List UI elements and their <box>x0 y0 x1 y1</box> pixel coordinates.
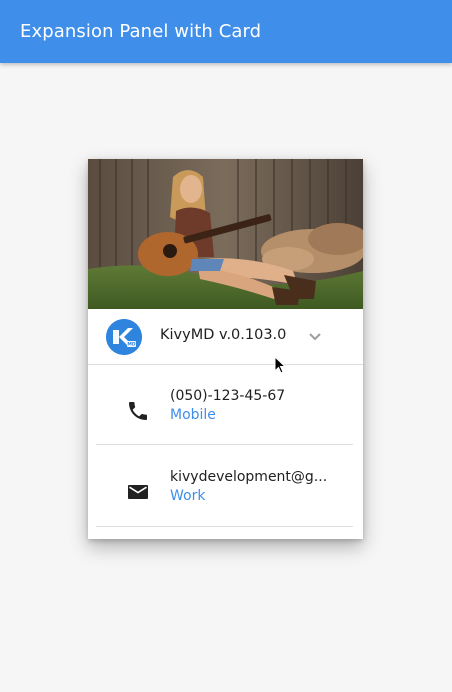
expansion-panel-header[interactable]: MD KivyMD v.0.103.0 <box>88 309 363 365</box>
phone-icon <box>126 399 150 423</box>
card-photo <box>88 159 363 309</box>
list-item-phone[interactable]: (050)-123-45-67 Mobile <box>88 365 363 445</box>
panel-title: KivyMD v.0.103.0 <box>160 327 287 343</box>
item-divider <box>96 526 353 527</box>
email-icon <box>126 480 150 504</box>
item-secondary-text: Mobile <box>170 407 216 423</box>
item-primary-text: (050)-123-45-67 <box>170 388 286 404</box>
chevron-down-icon[interactable] <box>306 329 324 343</box>
item-divider <box>96 444 353 445</box>
mouse-pointer-icon <box>274 356 286 374</box>
svg-text:MD: MD <box>127 342 135 348</box>
item-primary-text: kivydevelopment@g... <box>170 469 328 485</box>
expansion-card: MD KivyMD v.0.103.0 (050)-123-45-67 Mobi… <box>88 159 363 539</box>
item-secondary-text: Work <box>170 488 206 504</box>
app-bar-title: Expansion Panel with Card <box>20 21 262 42</box>
kivymd-logo-icon: MD <box>106 319 142 355</box>
list-item-email[interactable]: kivydevelopment@g... Work <box>88 446 363 527</box>
top-app-bar: Expansion Panel with Card <box>0 0 452 63</box>
